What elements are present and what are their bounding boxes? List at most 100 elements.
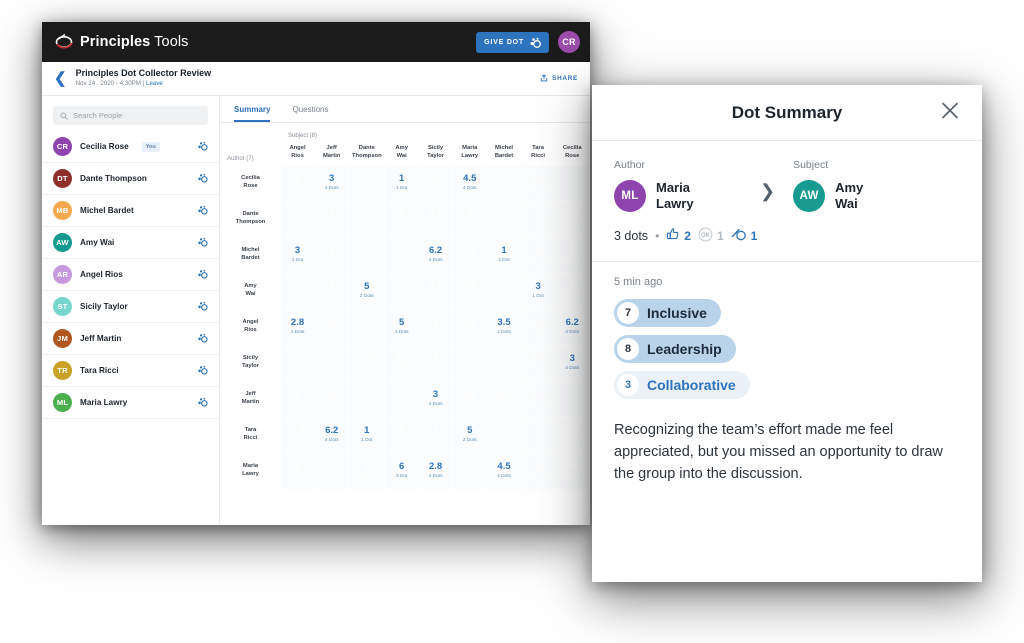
matrix-cell[interactable]: 76 Dots (280, 345, 315, 381)
matrix-cell[interactable]: 96 Dots (280, 453, 315, 489)
matrix-cell[interactable]: 93 Dots (487, 165, 521, 201)
matrix-cell[interactable]: 52 Dots (349, 273, 385, 309)
list-item[interactable]: TR Tara Ricci (42, 355, 219, 387)
close-icon[interactable] (940, 100, 960, 125)
matrix-cell[interactable]: 86 Dots (521, 237, 555, 273)
tab-summary[interactable]: Summary (234, 105, 271, 122)
matrix-cell[interactable]: 11 Dot (385, 165, 418, 201)
matrix-cell[interactable]: 31 Dot (280, 237, 315, 273)
matrix-cell[interactable]: 9.3 4 Dots (521, 381, 555, 417)
matrix-cell[interactable]: 83 Dots (453, 201, 487, 237)
matrix-cell[interactable]: 85 Dots (349, 453, 385, 489)
tab-questions[interactable]: Questions (292, 105, 328, 122)
chevron-left-icon[interactable]: ❮ (54, 71, 67, 86)
search-box[interactable] (53, 106, 208, 125)
matrix-cell[interactable]: 11 Dot (349, 417, 385, 453)
dot-icon[interactable] (197, 298, 208, 316)
matrix-cell[interactable]: 86 Dots (385, 417, 418, 453)
matrix-cell[interactable]: 76 Dots (487, 417, 521, 453)
list-item[interactable]: ST Sicily Taylor (42, 291, 219, 323)
subject-person[interactable]: AW Amy Wai (793, 180, 933, 213)
dot-icon[interactable] (197, 138, 208, 156)
matrix-cell[interactable]: 9.3 4 Dots (555, 201, 589, 237)
matrix-cell[interactable]: 8.2 6 Dots (385, 345, 418, 381)
matrix-cell[interactable]: 7.5 1 Dot (349, 165, 385, 201)
search-input[interactable] (73, 111, 201, 120)
dot-icon[interactable] (197, 202, 208, 220)
matrix-cell[interactable]: 8.2 6 Dots (418, 273, 453, 309)
list-item[interactable]: CR Cecilia Rose You (42, 131, 219, 163)
matrix-cell[interactable]: 73 Dots (349, 309, 385, 345)
ok-stat[interactable]: OK 1 (698, 227, 724, 245)
matrix-cell[interactable]: 9.3 4 Dots (315, 381, 349, 417)
matrix-cell[interactable]: 34 Dots (418, 381, 453, 417)
matrix-cell[interactable]: 6.2 4 Dots (315, 417, 349, 453)
matrix-cell[interactable]: 3.5 2 Dots (487, 309, 521, 345)
matrix-cell[interactable]: 8.5 6 Dots (487, 381, 521, 417)
matrix-cell[interactable]: 7.8 5 Dots (453, 237, 487, 273)
matrix-cell[interactable]: 83 Dots (315, 273, 349, 309)
matrix-cell[interactable]: 86 Dots (487, 345, 521, 381)
matrix-cell[interactable]: 73 Dots (555, 237, 589, 273)
matrix-cell[interactable]: 73 Dots (418, 417, 453, 453)
dot-icon[interactable] (197, 330, 208, 348)
matrix-cell[interactable]: 93 Dots (349, 237, 385, 273)
matrix-cell[interactable]: 85 Dots (315, 237, 349, 273)
leave-link[interactable]: Leave (146, 80, 163, 87)
matrix-cell[interactable]: 9.5 4 Dots (453, 381, 487, 417)
matrix-cell[interactable]: 34 Dots (555, 345, 589, 381)
matrix-cell[interactable]: 83 Dots (521, 453, 555, 489)
dot-icon[interactable] (197, 266, 208, 284)
matrix-cell[interactable]: 7.5 1 Dot (521, 309, 555, 345)
matrix-cell[interactable]: 31 Dot (521, 273, 555, 309)
brand[interactable]: Principles Tools (54, 33, 189, 51)
author-person[interactable]: ML Maria Lawry (614, 180, 754, 213)
matrix-cell[interactable]: 63 Dot (385, 453, 418, 489)
attribute-badge[interactable]: 3 Collaborative (614, 370, 750, 399)
matrix-cell[interactable]: 9.5 4 Dots (555, 453, 589, 489)
thumbs-up-stat[interactable]: 2 (666, 227, 691, 244)
matrix-cell[interactable]: 7.5 3 Dots (453, 273, 487, 309)
matrix-cell[interactable]: 7.5 1 Dot (280, 417, 315, 453)
give-dot-button[interactable]: GIVE DOT (476, 31, 549, 53)
matrix-cell[interactable]: 52 Dots (453, 417, 487, 453)
attribute-badge[interactable]: 8 Leadership (614, 334, 736, 363)
matrix-cell[interactable]: 81 Dot (280, 381, 315, 417)
matrix-cell[interactable]: 83 Dots (487, 273, 521, 309)
matrix-cell[interactable]: 4.5 4 Dots (487, 453, 521, 489)
matrix-cell[interactable]: 76 Dots (521, 201, 555, 237)
matrix-cell[interactable]: 73 Dots (315, 201, 349, 237)
matrix-cell[interactable]: 8.5 6 Dots (418, 201, 453, 237)
list-item[interactable]: AR Angel Rios (42, 259, 219, 291)
matrix-cell[interactable]: 6.2 4 Dots (418, 237, 453, 273)
list-item[interactable]: MB Michel Bardet (42, 195, 219, 227)
matrix-cell[interactable]: 74 Dots (555, 273, 589, 309)
matrix-cell[interactable]: 7.3 2 Dots (349, 345, 385, 381)
matrix-cell[interactable]: 74 Dots (385, 237, 418, 273)
matrix-cell[interactable]: 86 Dots (385, 201, 418, 237)
dot-stat[interactable]: 1 (731, 227, 757, 244)
matrix-cell[interactable]: 34 Dots (315, 165, 349, 201)
list-item[interactable]: DT Dante Thompson (42, 163, 219, 195)
matrix-cell[interactable]: 4.5 4 Dots (453, 165, 487, 201)
list-item[interactable]: ML Maria Lawry (42, 387, 219, 419)
list-item[interactable]: JM Jeff Martin (42, 323, 219, 355)
matrix-cell[interactable]: 9.5 4 Dots (521, 345, 555, 381)
attribute-badge[interactable]: 7 Inclusive (614, 298, 721, 327)
list-item[interactable]: AW Amy Wai (42, 227, 219, 259)
matrix-cell[interactable]: 73 Dots (280, 273, 315, 309)
matrix-cell[interactable]: 2.8 4 Dots (280, 309, 315, 345)
matrix-cell[interactable]: 76 Dots (315, 453, 349, 489)
matrix-cell[interactable]: 8.2 6 Dots (521, 165, 555, 201)
dot-icon[interactable] (197, 394, 208, 412)
matrix-cell[interactable]: 2.8 4 Dots (418, 453, 453, 489)
dot-icon[interactable] (197, 170, 208, 188)
dot-icon[interactable] (197, 362, 208, 380)
matrix-cell[interactable]: 6.2 4 Dots (555, 309, 589, 345)
dot-icon[interactable] (197, 234, 208, 252)
share-button[interactable]: SHARE (540, 73, 578, 84)
avatar[interactable]: CR (558, 31, 580, 53)
matrix-cell[interactable]: 81 Dot (418, 309, 453, 345)
matrix-cell[interactable]: 9.3 4 Dots (418, 165, 453, 201)
matrix-cell[interactable]: 93 Dots (280, 165, 315, 201)
